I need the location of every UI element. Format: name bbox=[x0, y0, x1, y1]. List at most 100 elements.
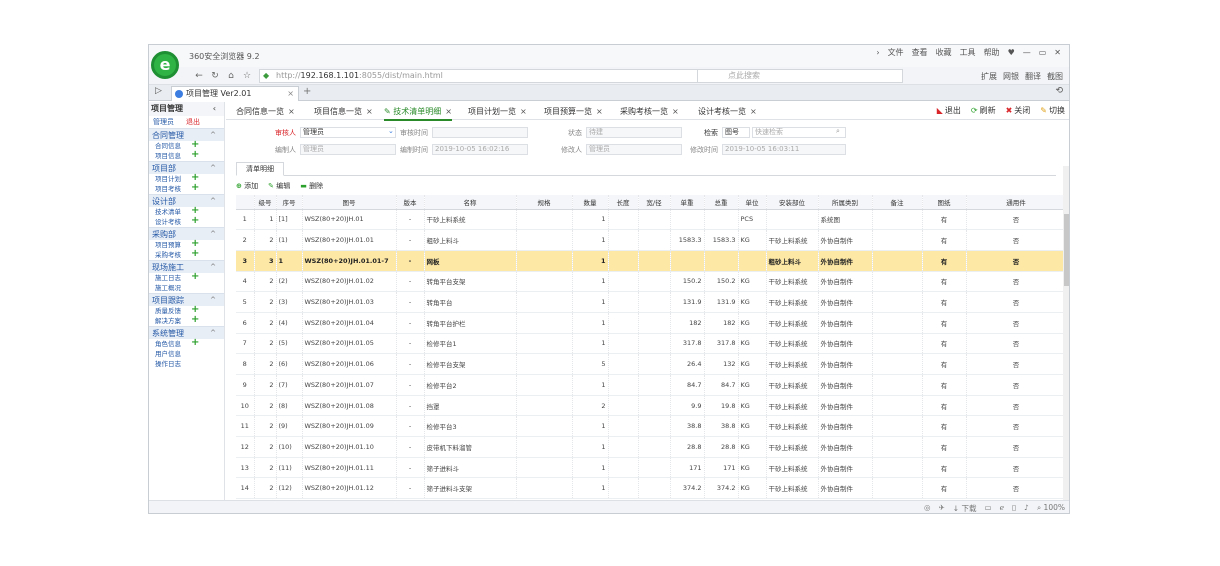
current-user[interactable]: 管理员 bbox=[153, 118, 174, 126]
tab-close-icon[interactable]: × bbox=[520, 107, 527, 116]
edit-time-field[interactable]: 2019-10-05 16:02:16 bbox=[432, 144, 528, 155]
maximize-icon[interactable]: ▭ bbox=[1039, 48, 1047, 57]
status-field[interactable]: 待建 bbox=[586, 127, 682, 138]
tab-list-detail[interactable]: 清单明细 bbox=[236, 162, 284, 176]
grid-scrollbar[interactable] bbox=[1063, 166, 1069, 500]
sidebar-item[interactable]: 用户信息 bbox=[149, 349, 224, 359]
add-plus-icon[interactable]: + bbox=[191, 315, 199, 325]
menu-chevron-icon[interactable]: › bbox=[876, 48, 879, 57]
add-plus-icon[interactable]: + bbox=[191, 338, 199, 348]
edit-button[interactable]: ✎ 编辑 bbox=[268, 181, 290, 193]
back-icon[interactable]: ← bbox=[193, 70, 205, 82]
table-row[interactable]: 12 2 (10) WSZ(80+20)JH.01.10- 皮带机下料溜管 1 28.8 28… bbox=[236, 436, 1066, 458]
refresh-button[interactable]: ⟳ 刷新 bbox=[971, 105, 996, 116]
sidebar-item[interactable]: 设计考核 + bbox=[149, 216, 224, 227]
sidebar-item[interactable]: 施工日志 + bbox=[149, 272, 224, 283]
column-header[interactable]: 安装部位 bbox=[766, 195, 819, 210]
switch-button[interactable]: ✎ 切换 bbox=[1040, 105, 1065, 116]
tab-close-icon[interactable]: × bbox=[288, 107, 295, 116]
tab-close-icon[interactable]: × bbox=[445, 107, 452, 116]
table-row[interactable]: 6 2 (4) WSZ(80+20)JH.01.04- 转角平台护栏 1 182 182 KG 干… bbox=[236, 312, 1066, 334]
table-row[interactable]: 10 2 (8) WSZ(80+20)JH.01.08- 挡罩 2 9.9 19.8 KG 干砂上… bbox=[236, 395, 1066, 417]
exit-button[interactable]: ◣ 退出 bbox=[937, 105, 961, 116]
tool-extensions[interactable]: 扩展 bbox=[981, 71, 997, 82]
tab-close-icon[interactable]: × bbox=[672, 107, 679, 116]
tab-close-icon[interactable]: × bbox=[596, 107, 603, 116]
sidebar-item[interactable]: 技术清单 + bbox=[149, 206, 224, 217]
column-header[interactable]: 规格 bbox=[516, 195, 573, 210]
status-shield-icon[interactable]: ◎ bbox=[924, 503, 931, 513]
home-icon[interactable]: ⌂ bbox=[225, 70, 237, 82]
quick-search-input[interactable]: 快速检索 bbox=[752, 127, 846, 138]
sidebar-group[interactable]: 系统管理 ^ bbox=[149, 326, 224, 339]
table-row[interactable]: 14 2 (12) WSZ(80+20)JH.01.12- 筛子进料斗支架 1 374.2 3… bbox=[236, 477, 1066, 500]
sidebar-group[interactable]: 合同管理 ^ bbox=[149, 128, 224, 141]
add-button[interactable]: ⊕ 添加 bbox=[236, 181, 258, 193]
status-trash-icon[interactable]: ▯ bbox=[1012, 503, 1016, 513]
modify-time-field[interactable]: 2019-10-05 16:03:11 bbox=[722, 144, 846, 155]
status-sound-icon[interactable]: ♪ bbox=[1024, 503, 1029, 513]
page-tab[interactable]: 项目计划一览 × bbox=[468, 106, 527, 117]
download-button[interactable]: ↓ 下载 bbox=[953, 503, 977, 513]
page-tab[interactable]: 项目预算一览 × bbox=[544, 106, 603, 117]
url-input[interactable]: http://192.168.1.101:8055/dist/main.html bbox=[259, 69, 699, 83]
tab-close-icon[interactable]: × bbox=[366, 107, 373, 116]
page-tab[interactable]: 项目信息一览 × bbox=[314, 106, 373, 117]
status-ie-icon[interactable]: ℯ bbox=[1000, 503, 1004, 513]
sidebar-toggle-icon[interactable]: ▷ bbox=[155, 86, 162, 96]
close-button[interactable]: ✖ 关闭 bbox=[1006, 105, 1031, 116]
tab-close-icon[interactable]: × bbox=[750, 107, 757, 116]
table-row[interactable]: 7 2 (5) WSZ(80+20)JH.01.05- 检修平台1 1 317.8 317.8… bbox=[236, 333, 1066, 355]
menu-help[interactable]: 帮助 bbox=[984, 47, 1000, 58]
sidebar-item[interactable]: 角色信息 + bbox=[149, 338, 224, 349]
column-header[interactable]: 单位 bbox=[738, 195, 767, 210]
favorite-star-icon[interactable]: ☆ bbox=[241, 70, 253, 82]
column-header[interactable] bbox=[236, 195, 255, 210]
tab-restore-icon[interactable]: ⟲ bbox=[1055, 86, 1063, 96]
sidebar-item[interactable]: 操作日志 bbox=[149, 359, 224, 369]
zoom-level[interactable]: ⌕ 100% bbox=[1037, 503, 1065, 513]
add-plus-icon[interactable]: + bbox=[191, 150, 199, 160]
sidebar-group[interactable]: 项目部 ^ bbox=[149, 161, 224, 174]
tool-bank[interactable]: 网银 bbox=[1003, 71, 1019, 82]
column-header[interactable]: 总重 bbox=[704, 195, 739, 210]
editor-field[interactable]: 管理员 bbox=[300, 144, 396, 155]
table-row[interactable]: 5 2 (3) WSZ(80+20)JH.01.03- 转角平台 1 131.9 131.9 K… bbox=[236, 291, 1066, 313]
column-header[interactable]: 备注 bbox=[872, 195, 923, 210]
column-header[interactable]: 所属类别 bbox=[818, 195, 873, 210]
add-plus-icon[interactable]: + bbox=[191, 183, 199, 193]
add-plus-icon[interactable]: + bbox=[191, 249, 199, 259]
review-time-field[interactable] bbox=[432, 127, 528, 138]
sidebar-item[interactable]: 项目信息 + bbox=[149, 150, 224, 161]
table-row[interactable]: 4 2 (2) WSZ(80+20)JH.01.02- 转角平台支架 1 150.2 150.… bbox=[236, 271, 1066, 293]
column-header[interactable]: 数量 bbox=[572, 195, 609, 210]
table-row[interactable]: 11 2 (9) WSZ(80+20)JH.01.09- 检修平台3 1 38.8 38.8 K… bbox=[236, 415, 1066, 438]
sidebar-item[interactable]: 质量反馈 + bbox=[149, 305, 224, 316]
tab-close-icon[interactable]: × bbox=[287, 87, 294, 100]
close-window-icon[interactable]: ✕ bbox=[1054, 48, 1061, 57]
table-row[interactable]: 3 3 1 WSZ(80+20)JH.01.01-7- 网板 1 粗砂上料斗 外协自制件有否 bbox=[236, 250, 1066, 272]
menu-tools[interactable]: 工具 bbox=[960, 47, 976, 58]
sidebar-item[interactable]: 项目计划 + bbox=[149, 173, 224, 184]
sidebar-item[interactable]: 合同信息 + bbox=[149, 140, 224, 151]
new-tab-icon[interactable]: + bbox=[303, 86, 311, 97]
search-field-select[interactable]: 图号 bbox=[722, 127, 750, 138]
page-tab[interactable]: 采购考核一览 × bbox=[620, 106, 679, 117]
menu-favorites[interactable]: 收藏 bbox=[936, 47, 952, 58]
add-plus-icon[interactable]: + bbox=[191, 272, 199, 282]
table-row[interactable]: 1 1 [1] WSZ(80+20)JH.01- 干砂上料系统 1 PCS 系统图有否 bbox=[236, 209, 1066, 231]
column-header[interactable]: 单重 bbox=[670, 195, 705, 210]
sidebar-item[interactable]: 解决方案 + bbox=[149, 315, 224, 326]
browser-search-input[interactable]: 点此搜索 bbox=[697, 69, 903, 83]
table-row[interactable]: 8 2 (6) WSZ(80+20)JH.01.06- 检修平台支架 5 26.4 132 KG… bbox=[236, 353, 1066, 375]
menu-file[interactable]: 文件 bbox=[888, 47, 904, 58]
table-row[interactable]: 9 2 (7) WSZ(80+20)JH.01.07- 检修平台2 1 84.7 84.7 KG… bbox=[236, 374, 1066, 396]
minimize-icon[interactable]: — bbox=[1023, 48, 1031, 57]
column-header[interactable]: 级号 bbox=[254, 195, 277, 210]
column-header[interactable]: 版本 bbox=[396, 195, 425, 210]
sidebar-item[interactable]: 施工概况 bbox=[149, 283, 224, 293]
scrollbar-thumb[interactable] bbox=[1064, 214, 1069, 286]
tool-screenshot[interactable]: 截图 bbox=[1047, 71, 1063, 82]
tool-translate[interactable]: 翻译 bbox=[1025, 71, 1041, 82]
sidebar-group[interactable]: 项目跟踪 ^ bbox=[149, 293, 224, 306]
